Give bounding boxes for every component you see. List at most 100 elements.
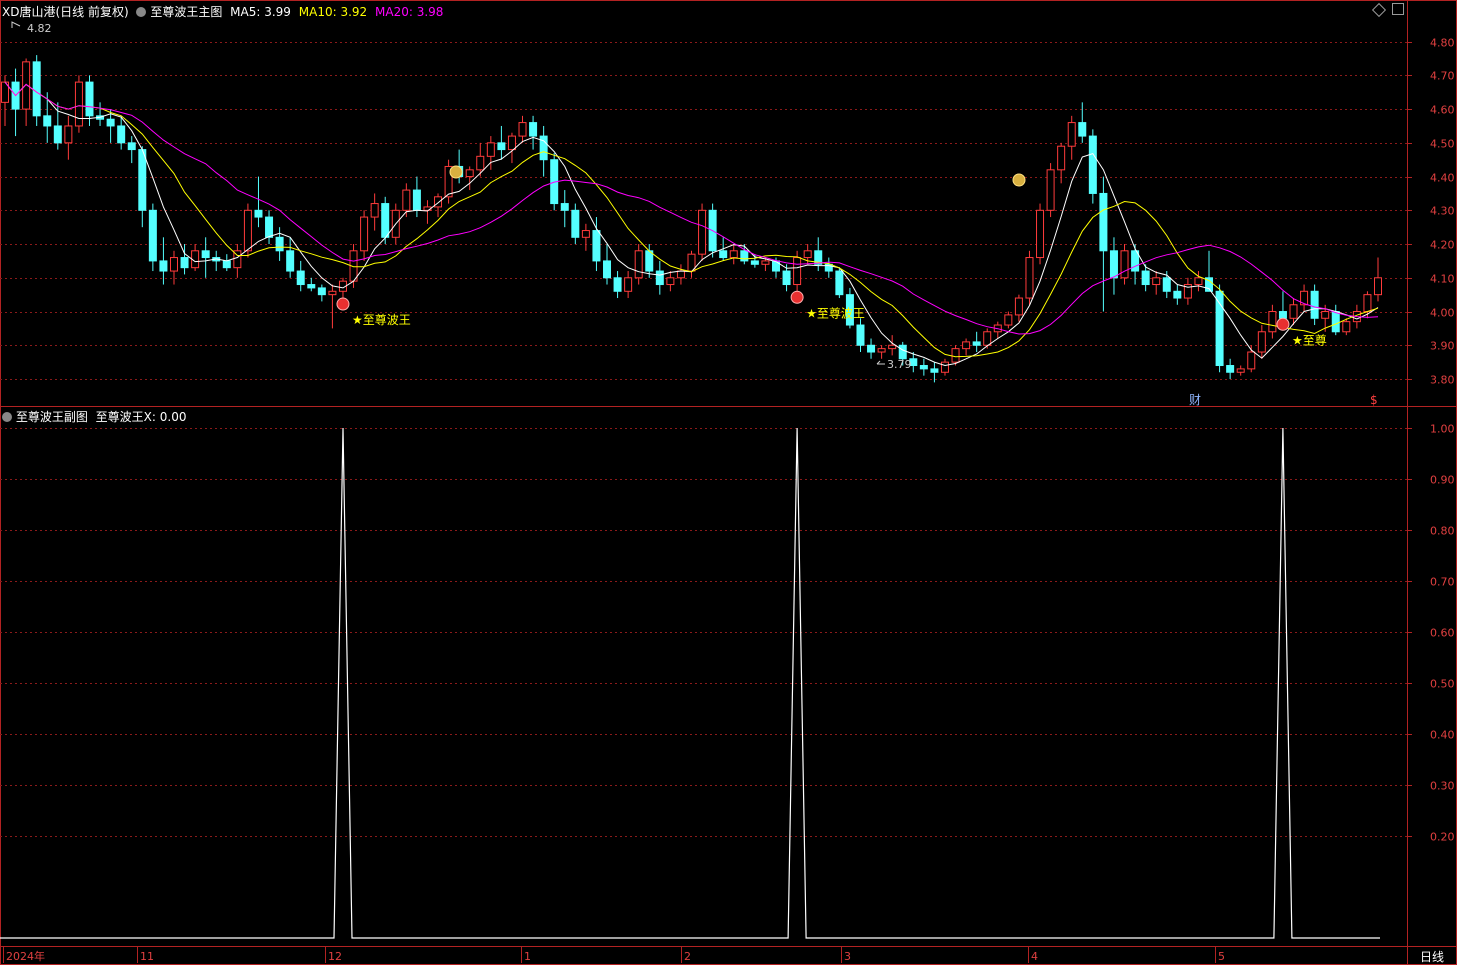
candle-body [782,270,791,286]
candle-body [750,260,759,265]
candle-body [22,61,31,110]
candle-body [634,250,643,279]
sub-axis-label: 0.40 [1430,729,1455,742]
sub-axis-label: 0.70 [1430,576,1455,589]
candle-body [370,203,379,218]
candle-body [117,125,126,144]
price-axis-label: 4.20 [1430,239,1455,252]
candle-body [793,257,802,286]
candle-body [1141,270,1150,286]
candle-body [1321,311,1330,319]
dollar-marker: $ [1370,393,1378,407]
candle-body [1067,122,1076,147]
candle-body [1247,351,1256,370]
candle-body [518,122,527,137]
candle-body [138,149,147,211]
candle-body [1268,311,1277,333]
date-axis-label: 2 [684,950,691,963]
chart-canvas[interactable]: 4.80 4.70 4.60 4.50 4.40 4.30 4.20 4.10 4.00 3.90… [0,0,1457,965]
candle-body [360,216,369,252]
candle-body [85,81,94,117]
candle-body [159,260,168,272]
price-axis-label: 4.10 [1430,273,1455,286]
candle-body [254,209,263,218]
date-axis-label: 4 [1031,950,1038,963]
candle-body [1036,209,1045,259]
candle-body [296,270,305,286]
candle-body [53,125,62,144]
high-price-label: 4.82 [27,22,52,35]
candle-body [1363,294,1372,313]
sub-axis-label: 0.50 [1430,678,1455,691]
candle-body [983,331,992,346]
high-arrow-icon [11,21,21,28]
candle-body [581,230,590,238]
money-bag-icon [449,165,463,179]
candle-body [1310,290,1319,319]
candle-body [645,250,654,272]
signal-ball-icon [336,297,350,311]
candle-body [1331,311,1340,333]
date-axis-label: 11 [140,950,154,963]
candle-body [180,257,189,269]
candle-body [275,236,284,252]
price-axis-label: 4.80 [1430,37,1455,50]
candle-body [1078,122,1087,137]
candle-body [328,290,337,296]
candle-body [898,344,907,360]
candle-body [1152,277,1161,286]
price-axis-label: 3.90 [1430,340,1455,353]
candle-body [803,250,812,259]
candle-body [64,125,73,144]
signal-label: ★至尊波王 [806,305,865,320]
candle-body [972,341,981,346]
candle-body [1162,277,1171,292]
price-axis-label: 4.30 [1430,205,1455,218]
candle-body [856,324,865,346]
signal-label: ★至尊波王 [352,312,411,327]
candle-body [243,209,252,252]
candle-body [1226,365,1235,373]
candle-body [919,365,928,370]
candle-body [1342,321,1351,333]
sub-axis-label: 0.90 [1430,474,1455,487]
date-axis-label: 5 [1218,950,1225,963]
candle-body [624,277,633,292]
candle-body [1099,192,1108,252]
candle-body [835,270,844,296]
sub-axis-label: 0.60 [1430,627,1455,640]
candle-body [1374,277,1382,296]
candle-body [265,216,274,238]
candle-body [1057,145,1066,171]
candle-body [592,230,601,262]
candle-body [1257,331,1266,353]
sub-axis-label: 1.00 [1430,423,1455,436]
candle-body [740,250,749,262]
signal-ball-icon [1276,317,1290,331]
finance-marker: 财 [1189,393,1201,407]
candle-body [962,341,971,350]
candle-body [286,250,295,272]
candle-body [434,196,443,208]
candle-body [486,142,495,157]
candle-body [465,169,474,178]
candle-body [1173,290,1182,299]
candle-body [1025,257,1034,299]
candle-body [655,270,664,286]
signal-label: ★至尊 [1292,332,1327,347]
candle-body [169,257,178,272]
date-axis-label: 1 [524,950,531,963]
candle-body [381,203,390,238]
candle-body [930,368,939,373]
candle-body [32,61,41,117]
candle-body [1236,368,1245,373]
candle-body [1120,250,1129,279]
candle-body [307,284,316,289]
candle-body [761,260,770,265]
candle-body [106,118,115,127]
candle-body [571,209,580,238]
candle-body [719,250,728,259]
candle-body [1194,277,1203,286]
ma20-line [4,81,1379,335]
candle-body [201,250,210,259]
